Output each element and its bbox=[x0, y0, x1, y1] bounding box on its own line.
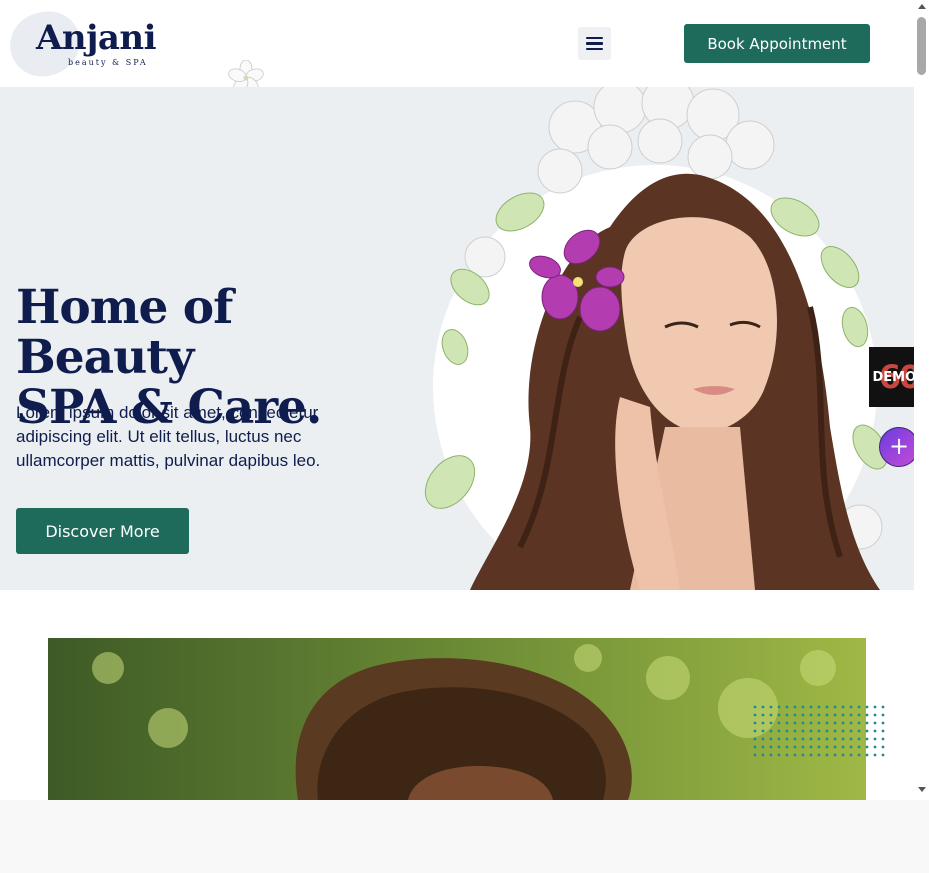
vertical-scrollbar[interactable] bbox=[914, 0, 929, 800]
decorative-dot-pattern bbox=[752, 704, 888, 760]
logo-tagline: beauty & SPA bbox=[68, 58, 148, 67]
site-header: Anjani beauty & SPA Book Appointment bbox=[0, 0, 914, 94]
hero-section: Home of Beauty SPA & Care. Lorem ipsum d… bbox=[0, 87, 914, 590]
scroll-up-arrow-icon[interactable] bbox=[918, 4, 926, 9]
page-viewport: Anjani beauty & SPA Book Appointment Hom… bbox=[0, 0, 914, 800]
hamburger-menu-button[interactable] bbox=[578, 27, 611, 60]
hero-title-line-1: Home of Beauty bbox=[16, 280, 233, 385]
plus-icon[interactable]: + bbox=[879, 427, 919, 467]
book-appointment-button[interactable]: Book Appointment bbox=[684, 24, 870, 63]
hero-description: Lorem ipsum dolor sit amet, consectetur … bbox=[16, 403, 321, 470]
site-logo[interactable]: Anjani beauty & SPA bbox=[4, 5, 170, 83]
menu-bar-icon bbox=[586, 47, 603, 51]
menu-bar-icon bbox=[586, 36, 603, 40]
about-section bbox=[0, 590, 914, 800]
hero-model-image bbox=[424, 87, 888, 590]
scrollbar-thumb[interactable] bbox=[917, 17, 926, 75]
menu-bar-icon bbox=[586, 42, 603, 45]
discover-more-button[interactable]: Discover More bbox=[16, 508, 189, 554]
model-outdoor-photo bbox=[48, 638, 866, 800]
logo-name: Anjani bbox=[36, 18, 157, 58]
scroll-down-arrow-icon[interactable] bbox=[918, 787, 926, 792]
